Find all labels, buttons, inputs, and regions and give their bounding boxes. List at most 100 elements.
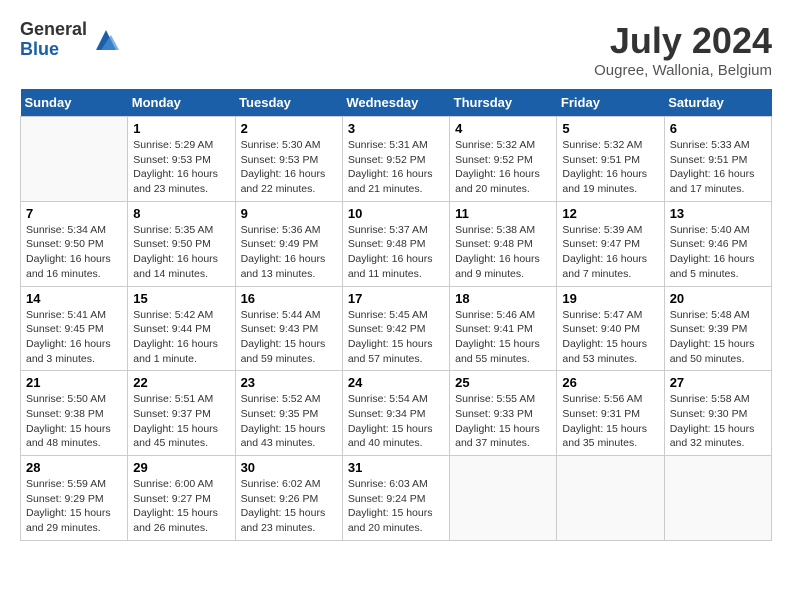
day-number: 11 (455, 206, 551, 221)
day-info: Sunrise: 5:40 AMSunset: 9:46 PMDaylight:… (670, 223, 766, 282)
calendar-header: SundayMondayTuesdayWednesdayThursdayFrid… (21, 89, 772, 117)
day-number: 17 (348, 291, 444, 306)
logo-general: General (20, 20, 87, 40)
day-info: Sunrise: 5:56 AMSunset: 9:31 PMDaylight:… (562, 392, 658, 451)
day-info: Sunrise: 5:36 AMSunset: 9:49 PMDaylight:… (241, 223, 337, 282)
day-info: Sunrise: 5:41 AMSunset: 9:45 PMDaylight:… (26, 308, 122, 367)
day-cell: 22 Sunrise: 5:51 AMSunset: 9:37 PMDayligh… (128, 371, 235, 456)
day-cell: 8 Sunrise: 5:35 AMSunset: 9:50 PMDaylight… (128, 201, 235, 286)
column-header-thursday: Thursday (450, 89, 557, 117)
day-info: Sunrise: 5:52 AMSunset: 9:35 PMDaylight:… (241, 392, 337, 451)
week-row-4: 21 Sunrise: 5:50 AMSunset: 9:38 PMDayligh… (21, 371, 772, 456)
day-info: Sunrise: 5:34 AMSunset: 9:50 PMDaylight:… (26, 223, 122, 282)
day-cell: 6Sunrise: 5:33 AMSunset: 9:51 PMDaylight… (664, 117, 771, 202)
week-row-1: 1 Sunrise: 5:29 AMSunset: 9:53 PMDaylight… (21, 117, 772, 202)
day-number: 9 (241, 206, 337, 221)
day-info: Sunrise: 5:51 AMSunset: 9:37 PMDaylight:… (133, 392, 229, 451)
logo-blue: Blue (20, 40, 87, 60)
day-cell: 15 Sunrise: 5:42 AMSunset: 9:44 PMDayligh… (128, 286, 235, 371)
day-cell: 9 Sunrise: 5:36 AMSunset: 9:49 PMDaylight… (235, 201, 342, 286)
day-cell: 12 Sunrise: 5:39 AMSunset: 9:47 PMDayligh… (557, 201, 664, 286)
day-info: Sunrise: 5:29 AMSunset: 9:53 PMDaylight:… (133, 138, 229, 197)
column-header-monday: Monday (128, 89, 235, 117)
column-header-tuesday: Tuesday (235, 89, 342, 117)
day-cell: 1 Sunrise: 5:29 AMSunset: 9:53 PMDaylight… (128, 117, 235, 202)
day-number: 28 (26, 460, 122, 475)
calendar-table: SundayMondayTuesdayWednesdayThursdayFrid… (20, 89, 772, 541)
day-number: 23 (241, 375, 337, 390)
month-title: July 2024 (594, 20, 772, 62)
day-cell: 31 Sunrise: 6:03 AMSunset: 9:24 PMDayligh… (342, 456, 449, 541)
column-header-wednesday: Wednesday (342, 89, 449, 117)
day-info: Sunrise: 5:32 AMSunset: 9:51 PMDaylight:… (562, 138, 658, 197)
day-info: Sunrise: 5:44 AMSunset: 9:43 PMDaylight:… (241, 308, 337, 367)
day-info: Sunrise: 5:37 AMSunset: 9:48 PMDaylight:… (348, 223, 444, 282)
day-cell: 25Sunrise: 5:55 AMSunset: 9:33 PMDayligh… (450, 371, 557, 456)
day-number: 22 (133, 375, 229, 390)
day-number: 1 (133, 121, 229, 136)
day-cell: 24 Sunrise: 5:54 AMSunset: 9:34 PMDayligh… (342, 371, 449, 456)
day-cell: 20Sunrise: 5:48 AMSunset: 9:39 PMDayligh… (664, 286, 771, 371)
day-info: Sunrise: 5:50 AMSunset: 9:38 PMDaylight:… (26, 392, 122, 451)
logo: General Blue (20, 20, 121, 60)
day-info: Sunrise: 5:39 AMSunset: 9:47 PMDaylight:… (562, 223, 658, 282)
day-info: Sunrise: 6:00 AMSunset: 9:27 PMDaylight:… (133, 477, 229, 536)
day-number: 13 (670, 206, 766, 221)
day-number: 3 (348, 121, 444, 136)
day-cell (664, 456, 771, 541)
day-info: Sunrise: 5:54 AMSunset: 9:34 PMDaylight:… (348, 392, 444, 451)
day-info: Sunrise: 5:31 AMSunset: 9:52 PMDaylight:… (348, 138, 444, 197)
day-info: Sunrise: 5:32 AMSunset: 9:52 PMDaylight:… (455, 138, 551, 197)
calendar-body: 1 Sunrise: 5:29 AMSunset: 9:53 PMDaylight… (21, 117, 772, 541)
day-number: 14 (26, 291, 122, 306)
day-number: 4 (455, 121, 551, 136)
day-number: 12 (562, 206, 658, 221)
day-number: 16 (241, 291, 337, 306)
header-row: SundayMondayTuesdayWednesdayThursdayFrid… (21, 89, 772, 117)
week-row-2: 7 Sunrise: 5:34 AMSunset: 9:50 PMDaylight… (21, 201, 772, 286)
week-row-5: 28 Sunrise: 5:59 AMSunset: 9:29 PMDayligh… (21, 456, 772, 541)
column-header-sunday: Sunday (21, 89, 128, 117)
day-info: Sunrise: 5:45 AMSunset: 9:42 PMDaylight:… (348, 308, 444, 367)
day-info: Sunrise: 6:03 AMSunset: 9:24 PMDaylight:… (348, 477, 444, 536)
day-info: Sunrise: 5:47 AMSunset: 9:40 PMDaylight:… (562, 308, 658, 367)
day-number: 5 (562, 121, 658, 136)
day-cell (450, 456, 557, 541)
day-number: 2 (241, 121, 337, 136)
day-number: 26 (562, 375, 658, 390)
day-info: Sunrise: 5:59 AMSunset: 9:29 PMDaylight:… (26, 477, 122, 536)
day-cell: 16 Sunrise: 5:44 AMSunset: 9:43 PMDayligh… (235, 286, 342, 371)
day-cell (21, 117, 128, 202)
day-number: 19 (562, 291, 658, 306)
day-cell: 19 Sunrise: 5:47 AMSunset: 9:40 PMDayligh… (557, 286, 664, 371)
day-info: Sunrise: 5:42 AMSunset: 9:44 PMDaylight:… (133, 308, 229, 367)
column-header-friday: Friday (557, 89, 664, 117)
day-cell: 28 Sunrise: 5:59 AMSunset: 9:29 PMDayligh… (21, 456, 128, 541)
day-cell: 17 Sunrise: 5:45 AMSunset: 9:42 PMDayligh… (342, 286, 449, 371)
day-number: 21 (26, 375, 122, 390)
day-info: Sunrise: 5:33 AMSunset: 9:51 PMDaylight:… (670, 138, 766, 197)
day-number: 29 (133, 460, 229, 475)
day-cell: 10Sunrise: 5:37 AMSunset: 9:48 PMDayligh… (342, 201, 449, 286)
day-number: 30 (241, 460, 337, 475)
title-section: July 2024 Ougree, Wallonia, Belgium (594, 20, 772, 79)
day-number: 15 (133, 291, 229, 306)
day-number: 31 (348, 460, 444, 475)
day-number: 8 (133, 206, 229, 221)
day-info: Sunrise: 5:35 AMSunset: 9:50 PMDaylight:… (133, 223, 229, 282)
day-number: 20 (670, 291, 766, 306)
day-info: Sunrise: 5:30 AMSunset: 9:53 PMDaylight:… (241, 138, 337, 197)
day-number: 24 (348, 375, 444, 390)
day-number: 18 (455, 291, 551, 306)
day-number: 7 (26, 206, 122, 221)
day-cell: 3 Sunrise: 5:31 AMSunset: 9:52 PMDaylight… (342, 117, 449, 202)
day-cell (557, 456, 664, 541)
day-info: Sunrise: 5:38 AMSunset: 9:48 PMDaylight:… (455, 223, 551, 282)
day-cell: 5 Sunrise: 5:32 AMSunset: 9:51 PMDaylight… (557, 117, 664, 202)
page-header: General Blue July 2024 Ougree, Wallonia,… (20, 20, 772, 79)
day-cell: 29 Sunrise: 6:00 AMSunset: 9:27 PMDayligh… (128, 456, 235, 541)
day-cell: 2 Sunrise: 5:30 AMSunset: 9:53 PMDaylight… (235, 117, 342, 202)
logo-icon (91, 25, 121, 55)
day-cell: 30 Sunrise: 6:02 AMSunset: 9:26 PMDayligh… (235, 456, 342, 541)
day-info: Sunrise: 6:02 AMSunset: 9:26 PMDaylight:… (241, 477, 337, 536)
